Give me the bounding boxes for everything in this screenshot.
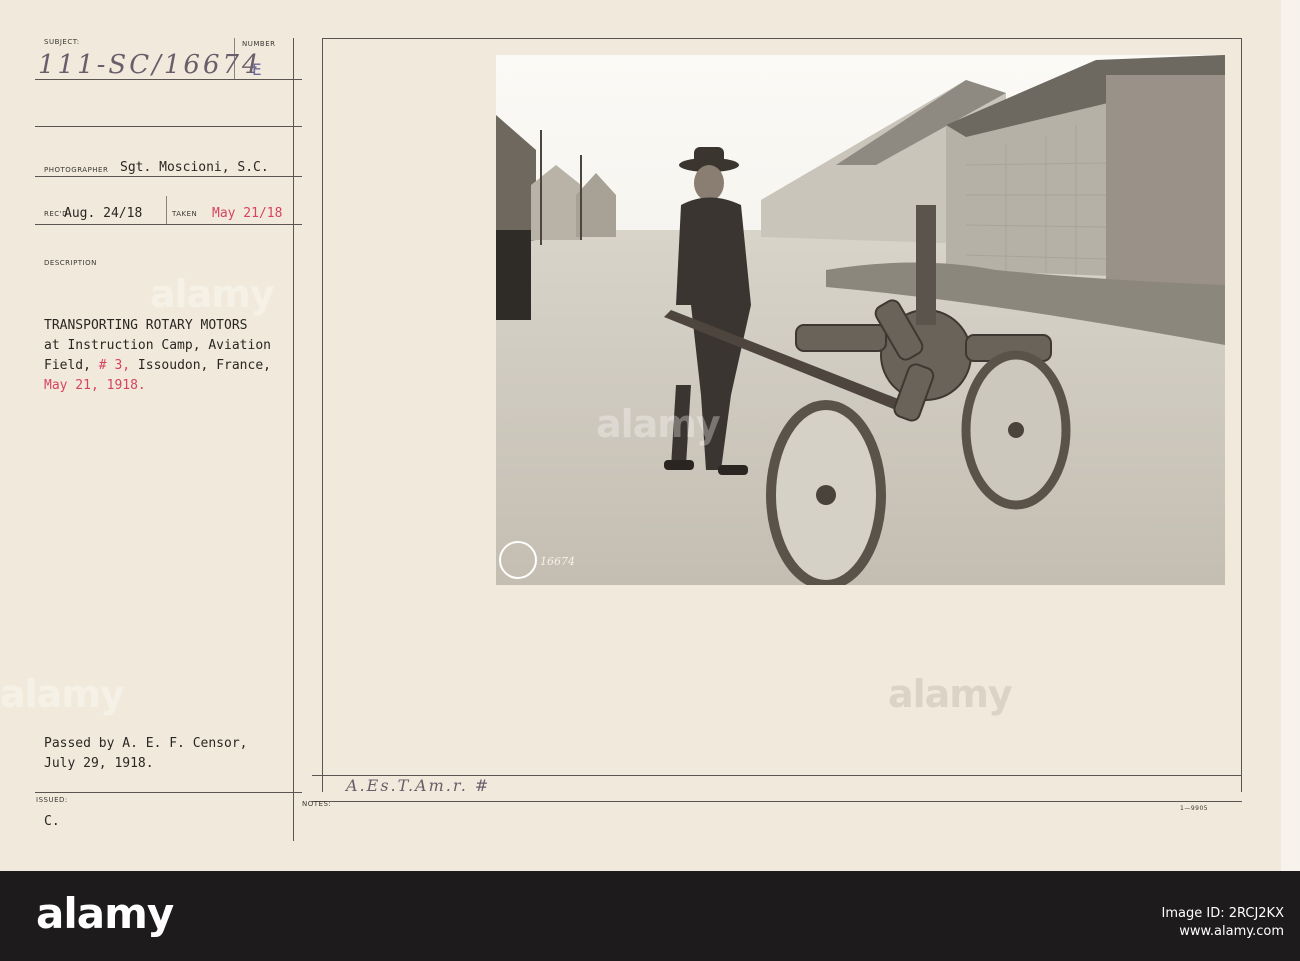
rule-column-divider [293, 38, 294, 841]
watermark-3: alamy [0, 672, 125, 716]
notes-rule [312, 801, 1242, 802]
received-date: Aug. 24/18 [64, 206, 143, 221]
subject-label: SUBJECT: [44, 38, 80, 46]
alamy-url: www.alamy.com [1179, 924, 1284, 939]
rule-received [35, 224, 302, 225]
description-line-1: TRANSPORTING ROTARY MOTORS [44, 318, 248, 333]
watermark-1: alamy [150, 272, 275, 316]
stock-footer [0, 871, 1300, 961]
description-line-3: Field, # 3, Issoudon, France, [44, 358, 271, 373]
censor-line-1: Passed by A. E. F. Censor, [44, 736, 248, 751]
taken-label: TAKEN [172, 210, 198, 218]
issued-label: ISSUED: [36, 796, 68, 804]
photograph [496, 55, 1225, 585]
number-label: NUMBER [242, 40, 276, 48]
form-number: 1—9905 [1180, 805, 1209, 812]
description-place: Issoudon, France, [130, 358, 271, 373]
description-date: May 21, 1918. [44, 378, 146, 393]
rule-taken-divider [166, 196, 167, 224]
rule-issued [35, 792, 302, 793]
image-id: Image ID: 2RCJ2KX www.alamy.com [1162, 905, 1284, 941]
card-edge [1281, 0, 1300, 871]
photo-negative-number: 16674 [540, 555, 575, 568]
number-letter: E [252, 60, 262, 79]
notes-label: NOTES: [302, 800, 332, 808]
photographer-label: PHOTOGRAPHER [44, 166, 109, 174]
rule-top [35, 126, 302, 127]
description-field: Field, [44, 358, 99, 373]
watermark-4: alamy [888, 672, 1013, 716]
issued-value: C. [44, 814, 60, 829]
description-label: DESCRIPTION [44, 259, 97, 267]
photographer-name: Sgt. Moscioni, S.C. [120, 160, 269, 175]
photo-scene [496, 55, 1225, 585]
description-field-number: # 3, [98, 358, 131, 373]
image-id-text: Image ID: 2RCJ2KX [1161, 906, 1284, 921]
watermark-2: alamy [596, 402, 721, 446]
taken-date: May 21/18 [212, 206, 283, 221]
description-line-2: at Instruction Camp, Aviation [44, 338, 271, 353]
rule-photographer [35, 176, 302, 177]
notes-handwritten: A.Es.T.Am.r. # [346, 776, 491, 795]
subject-number: 111-SC/16674 [38, 50, 262, 80]
frame-top [322, 38, 1242, 39]
censor-line-2: July 29, 1918. [44, 756, 154, 771]
frame-left [322, 38, 323, 792]
alamy-logo: alamy [36, 889, 174, 938]
frame-right [1241, 38, 1242, 792]
